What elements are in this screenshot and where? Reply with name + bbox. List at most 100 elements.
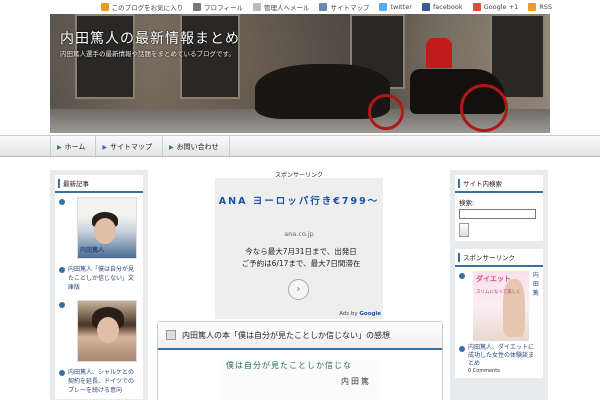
header-driver	[426, 38, 452, 68]
ad-arrow-button[interactable]: ›	[288, 279, 309, 300]
topbar-link-sitemap[interactable]: サイトマップ	[319, 2, 369, 12]
ad-thumbnail[interactable]: ダイエット スリムになって美しく	[473, 271, 529, 341]
ad-link-text: 内田篤人、ダイエットに成功した女性の体験談まとめ	[468, 344, 535, 367]
topbar-link-label: Google +1	[483, 3, 519, 11]
title-bar-icon	[58, 178, 60, 188]
main-nav: ▶ ホーム ▶ サイトマップ ▶ お問い合わせ	[0, 135, 600, 158]
nav-item-label: ホーム	[64, 143, 86, 151]
post-link[interactable]: 内田篤人、シャルケとの契約を延長、ドイツでのプレーを続ける意向	[59, 368, 139, 395]
sponsored-list: ダイエット スリムになって美しく 内田篤 内田篤人、ダイエットに成功した女性の体…	[455, 267, 543, 378]
post-image: 僕は自分が見たことしか信じな 内田篤	[222, 360, 377, 400]
post-title[interactable]: 内田篤人の本「僕は自分が見たことしか信じない」の感想	[182, 330, 390, 341]
ad-link[interactable]: 内田篤人、ダイエットに成功した女性の体験談まとめ	[459, 344, 539, 368]
site-header: 内田篤人の最新情報まとめ 内田篤人選手の最新情報や話題をまとめているブログです。	[50, 14, 550, 133]
topbar-link-twitter[interactable]: twitter	[379, 3, 412, 11]
thumb-face	[97, 317, 119, 343]
topbar-link-facebook[interactable]: facebook	[421, 3, 463, 11]
bullet-icon	[459, 346, 465, 352]
post-image-text: 内田篤	[341, 377, 371, 386]
topbar-link-label: プロフィール	[204, 4, 243, 12]
topbar-link-label: このブログをお気に入り	[111, 4, 184, 12]
nav-arrow-icon: ▶	[169, 143, 174, 151]
search-button[interactable]	[459, 223, 469, 237]
post-title-bar: 内田篤人の本「僕は自分が見たことしか信じない」の感想	[158, 322, 442, 350]
sponsored-ad[interactable]: ANA ヨーロッパ行き€799〜 ana.co.jp 今なら最大7月31日まで、…	[215, 178, 383, 319]
rss-icon	[528, 3, 537, 11]
topbar-link-google-plus[interactable]: Google +1	[472, 3, 519, 11]
nav-item-contact[interactable]: ▶ お問い合わせ	[162, 136, 230, 158]
ad-description: 今なら最大7月31日まで、出発日 ご予約は6/17まで、最大7日間滞在	[241, 247, 361, 268]
left-sidebar: 最新記事 内田篤人 内田篤人「僕は自分が見たことしか信じない」文庫版 内田篤人、…	[50, 170, 148, 400]
topbar-link-bookmark[interactable]: このブログをお気に入り	[100, 2, 184, 12]
thumb-label: 内田篤人	[80, 247, 105, 254]
post-thumbnail[interactable]	[77, 300, 137, 362]
chevron-right-icon: ›	[296, 284, 301, 295]
post-link-text: 内田篤人「僕は自分が見たことしか信じない」文庫版	[68, 266, 135, 291]
ad-side-link[interactable]: 内田篤	[533, 271, 539, 298]
post-thumbnail[interactable]: 内田篤人	[77, 197, 137, 259]
post-article: 内田篤人の本「僕は自分が見たことしか信じない」の感想 僕は自分が見たことしか信じ…	[157, 321, 443, 400]
profile-icon	[193, 3, 202, 11]
bullet-icon	[59, 199, 65, 205]
bullet-icon	[59, 302, 65, 308]
ad-figure	[503, 279, 525, 337]
bullet-icon	[59, 267, 65, 273]
recent-posts-list: 内田篤人 内田篤人「僕は自分が見たことしか信じない」文庫版 内田篤人、シャルケと…	[55, 193, 143, 399]
search-widget: 検索:	[455, 193, 543, 241]
bullet-icon	[459, 273, 465, 279]
widget-title: スポンサーリンク	[455, 249, 543, 267]
comment-count: 0 Comments	[468, 368, 500, 374]
ads-by-google[interactable]: Ads by Google	[339, 311, 381, 317]
widget-title-text: スポンサーリンク	[463, 254, 515, 262]
thumb-face	[94, 218, 116, 244]
topbar-link-rss[interactable]: RSS	[528, 3, 552, 11]
topbar-link-label: RSS	[539, 3, 552, 11]
topbar-link-label: facebook	[432, 3, 463, 11]
post-title-icon	[166, 330, 176, 340]
search-input[interactable]	[459, 209, 536, 219]
nav-arrow-icon: ▶	[102, 143, 108, 151]
topbar-links: このブログをお気に入り プロフィール 管理人へメール サイトマップ twitter fac…	[100, 2, 552, 12]
widget-title: サイト内検索	[455, 175, 543, 193]
title-bar-icon	[458, 178, 460, 188]
site-subtitle: 内田篤人選手の最新情報や話題をまとめているブログです。	[60, 50, 235, 58]
nav-item-home[interactable]: ▶ ホーム	[50, 136, 95, 158]
topbar-link-mail[interactable]: 管理人へメール	[252, 2, 310, 12]
bullet-icon	[59, 370, 65, 376]
widget-title-text: サイト内検索	[463, 180, 502, 188]
ad-image-title: ダイエット	[476, 275, 511, 283]
sitemap-icon	[319, 3, 328, 11]
list-item: 内田篤人 内田篤人「僕は自分が見たことしか信じない」文庫版	[59, 197, 139, 292]
bookmark-icon	[100, 3, 109, 11]
top-utility-bar: このブログをお気に入り プロフィール 管理人へメール サイトマップ twitter fac…	[0, 0, 600, 14]
widget-title-text: 最新記事	[63, 180, 89, 188]
carriage-wheel	[368, 94, 404, 130]
ad-image-subtitle: スリムになって美しく	[476, 290, 521, 295]
right-sidebar: サイト内検索 検索: スポンサーリンク ダイエット スリムになって美しく 内田篤…	[450, 170, 548, 400]
nav-item-sitemap[interactable]: ▶ サイトマップ	[95, 136, 162, 158]
post-link-text: 内田篤人、シャルケとの契約を延長、ドイツでのプレーを続ける意向	[68, 369, 135, 394]
topbar-link-label: 管理人へメール	[263, 4, 310, 12]
post-image-text: 僕は自分が見たことしか信じな	[226, 361, 352, 370]
carriage-wheel	[460, 84, 508, 132]
mail-icon	[252, 3, 261, 11]
ads-by-text: Ads by	[339, 311, 358, 317]
site-title[interactable]: 内田篤人の最新情報まとめ	[60, 28, 240, 48]
widget-title: 最新記事	[55, 175, 143, 193]
nav-item-label: サイトマップ	[110, 143, 153, 151]
post-link[interactable]: 内田篤人「僕は自分が見たことしか信じない」文庫版	[59, 265, 139, 292]
ad-url[interactable]: ana.co.jp	[215, 230, 383, 238]
nav-item-label: お問い合わせ	[176, 143, 219, 151]
ad-title[interactable]: ANA ヨーロッパ行き€799〜	[215, 195, 383, 208]
topbar-link-profile[interactable]: プロフィール	[193, 2, 243, 12]
topbar-link-label: サイトマップ	[330, 4, 370, 12]
topbar-link-label: twitter	[390, 3, 412, 11]
google-logo: Google	[359, 311, 381, 317]
facebook-icon	[421, 3, 430, 11]
title-bar-icon	[458, 252, 460, 262]
list-item: 内田篤人、シャルケとの契約を延長、ドイツでのプレーを続ける意向	[59, 300, 139, 395]
search-label: 検索:	[459, 199, 475, 207]
google-plus-icon	[472, 3, 481, 11]
twitter-icon	[379, 3, 388, 11]
nav-arrow-icon: ▶	[57, 143, 62, 151]
